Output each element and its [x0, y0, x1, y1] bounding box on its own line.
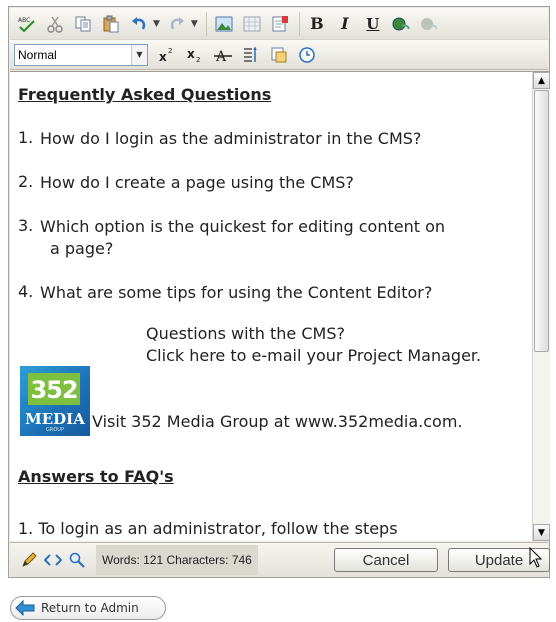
rich-text-editor: ABC ▼ ▼ B I U Normal ▼ x 2 x 2 A Frequen… — [8, 6, 550, 578]
352-media-logo[interactable]: 352 MEDIA GROUP — [20, 366, 90, 436]
list-item: 4. What are some tips for using the Cont… — [18, 282, 532, 304]
superscript-icon[interactable]: x2 — [154, 42, 180, 68]
svg-text:x: x — [159, 50, 167, 64]
paragraph-format-icon[interactable] — [238, 42, 264, 68]
scrollbar-thumb[interactable] — [534, 90, 549, 352]
italic-icon: I — [341, 14, 349, 33]
mouse-cursor-icon — [529, 547, 543, 568]
strikethrough-icon[interactable]: A — [210, 42, 236, 68]
clock-icon[interactable] — [294, 42, 320, 68]
copy-icon[interactable] — [70, 11, 96, 37]
toolbar-row-2: Normal ▼ x2 x2 A — [10, 40, 548, 70]
list-item-number: 2. — [18, 172, 34, 191]
list-item-text: What are some tips for using the Content… — [40, 283, 433, 302]
return-to-admin-button[interactable]: Return to Admin — [10, 596, 166, 620]
list-item: 3. Which option is the quickest for edit… — [18, 216, 532, 260]
svg-text:ABC: ABC — [18, 17, 30, 24]
template-icon[interactable] — [266, 42, 292, 68]
logo-sub: GROUP — [46, 427, 64, 433]
toolbar-separator — [205, 11, 207, 36]
editor-content-area[interactable]: Frequently Asked Questions 1. How do I l… — [10, 71, 532, 541]
svg-text:x: x — [187, 47, 195, 61]
bold-button[interactable]: B — [304, 11, 330, 37]
editor-statusbar: Words: 121 Characters: 746 Cancel Update — [10, 542, 550, 577]
insert-table-icon[interactable] — [239, 11, 265, 37]
vertical-scrollbar[interactable]: ▲ ▼ — [532, 71, 550, 541]
remove-link-icon[interactable] — [416, 11, 442, 37]
insert-link-icon[interactable] — [388, 11, 414, 37]
promo-line-1: Questions with the CMS? — [146, 324, 345, 343]
word-character-count: Words: 121 Characters: 746 — [96, 545, 258, 575]
spellcheck-icon[interactable]: ABC — [14, 11, 40, 37]
insert-image-icon[interactable] — [211, 11, 237, 37]
list-item: 1. How do I login as the administrator i… — [18, 128, 532, 150]
list-item-number: 1. — [18, 128, 34, 147]
redo-icon[interactable] — [164, 11, 190, 37]
list-item-text: Which option is the quickest for editing… — [40, 217, 445, 236]
list-item-number: 3. — [18, 216, 34, 235]
answer-text: 1. To login as an administrator, follow … — [18, 519, 398, 538]
logo-number: 352 — [30, 376, 78, 404]
undo-dropdown-icon[interactable]: ▼ — [153, 19, 160, 29]
scroll-down-arrow-icon[interactable]: ▼ — [533, 524, 550, 541]
insert-media-icon[interactable] — [267, 11, 293, 37]
toolbar-separator — [298, 11, 300, 36]
return-to-admin-label: Return to Admin — [41, 601, 139, 615]
toolbar-row-1: ABC ▼ ▼ B I U — [10, 8, 548, 40]
cancel-button[interactable]: Cancel — [334, 548, 438, 572]
contact-promo: Questions with the CMS? Click here to e-… — [18, 324, 532, 436]
format-select[interactable]: Normal ▼ — [14, 43, 148, 66]
format-select-value: Normal — [18, 47, 57, 62]
bold-icon: B — [310, 14, 324, 33]
visit-website-link[interactable]: Visit 352 Media Group at www.352media.co… — [92, 412, 463, 431]
underline-button[interactable]: U — [360, 11, 386, 37]
list-item-text: How do I create a page using the CMS? — [40, 173, 354, 192]
answers-heading: Answers to FAQ's — [18, 467, 174, 486]
preview-icon[interactable] — [66, 549, 88, 571]
back-arrow-icon — [15, 600, 35, 616]
logo-word: MEDIA — [25, 410, 85, 428]
italic-button[interactable]: I — [332, 11, 358, 37]
chevron-down-icon: ▼ — [131, 44, 147, 65]
undo-icon[interactable] — [126, 11, 152, 37]
list-item-text-continued: a page? — [50, 239, 114, 258]
svg-text:2: 2 — [196, 56, 200, 64]
svg-text:2: 2 — [168, 47, 172, 55]
underline-icon: U — [366, 14, 380, 33]
design-mode-icon[interactable] — [18, 549, 40, 571]
email-pm-link[interactable]: Click here to e-mail your Project Manage… — [146, 346, 481, 365]
redo-dropdown-icon[interactable]: ▼ — [191, 19, 198, 29]
list-item-number: 4. — [18, 282, 34, 301]
faq-heading: Frequently Asked Questions — [18, 85, 272, 104]
scroll-up-arrow-icon[interactable]: ▲ — [533, 72, 550, 89]
html-mode-icon[interactable] — [42, 549, 64, 571]
paste-icon[interactable] — [98, 11, 124, 37]
list-item-text: How do I login as the administrator in t… — [40, 129, 422, 148]
cut-icon[interactable] — [42, 11, 68, 37]
list-item: 2. How do I create a page using the CMS? — [18, 172, 532, 194]
subscript-icon[interactable]: x2 — [182, 42, 208, 68]
